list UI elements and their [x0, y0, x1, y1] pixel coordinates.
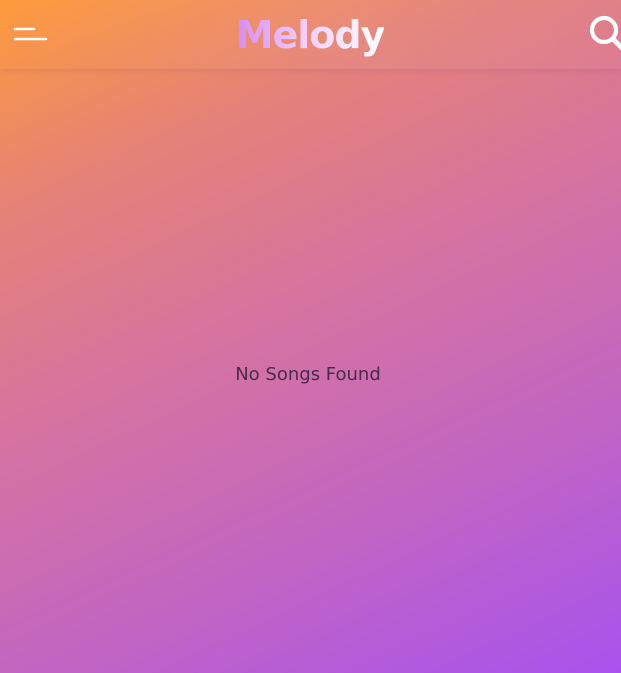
- search-button[interactable]: [584, 12, 621, 54]
- app-header: Melody: [0, 0, 621, 69]
- app-title-text: Melody: [235, 13, 386, 57]
- search-icon: [589, 15, 621, 51]
- empty-state-message: No Songs Found: [235, 364, 381, 385]
- menu-icon: [13, 27, 48, 41]
- menu-button[interactable]: [10, 18, 52, 50]
- app-title: Melody: [160, 8, 460, 62]
